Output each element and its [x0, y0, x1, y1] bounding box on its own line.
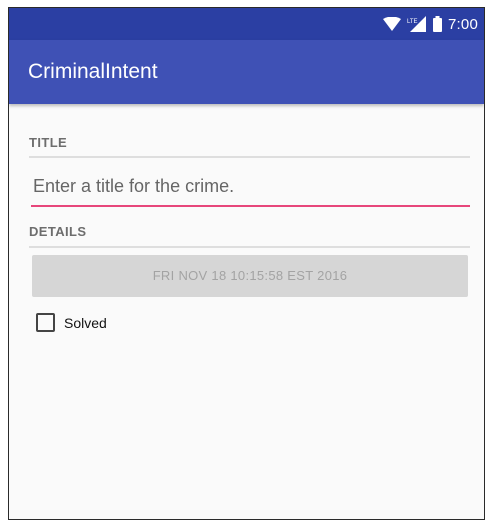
lte-label: LTE [407, 19, 418, 25]
battery-icon [433, 16, 442, 32]
title-header-divider [29, 156, 470, 158]
crime-title-input[interactable] [31, 171, 470, 207]
app-bar: CriminalIntent [9, 40, 484, 104]
cell-signal-icon: LTE [407, 16, 426, 32]
status-icons: LTE 7:00 [383, 8, 478, 40]
status-time: 7:00 [448, 15, 478, 33]
title-section-header: TITLE [29, 135, 68, 150]
details-section-header: DETAILS [29, 224, 87, 239]
solved-label: Solved [64, 314, 107, 331]
details-header-divider [29, 246, 470, 248]
wifi-icon [383, 17, 401, 31]
solved-checkbox[interactable] [36, 313, 55, 332]
phone-screen: LTE 7:00 CriminalIntent TITLE DETAILS FR… [8, 7, 485, 520]
crime-date-button[interactable]: FRI NOV 18 10:15:58 EST 2016 [32, 255, 468, 297]
app-title: CriminalIntent [28, 60, 158, 83]
solved-checkbox-row[interactable]: Solved [36, 313, 107, 332]
status-bar: LTE 7:00 [9, 8, 484, 40]
